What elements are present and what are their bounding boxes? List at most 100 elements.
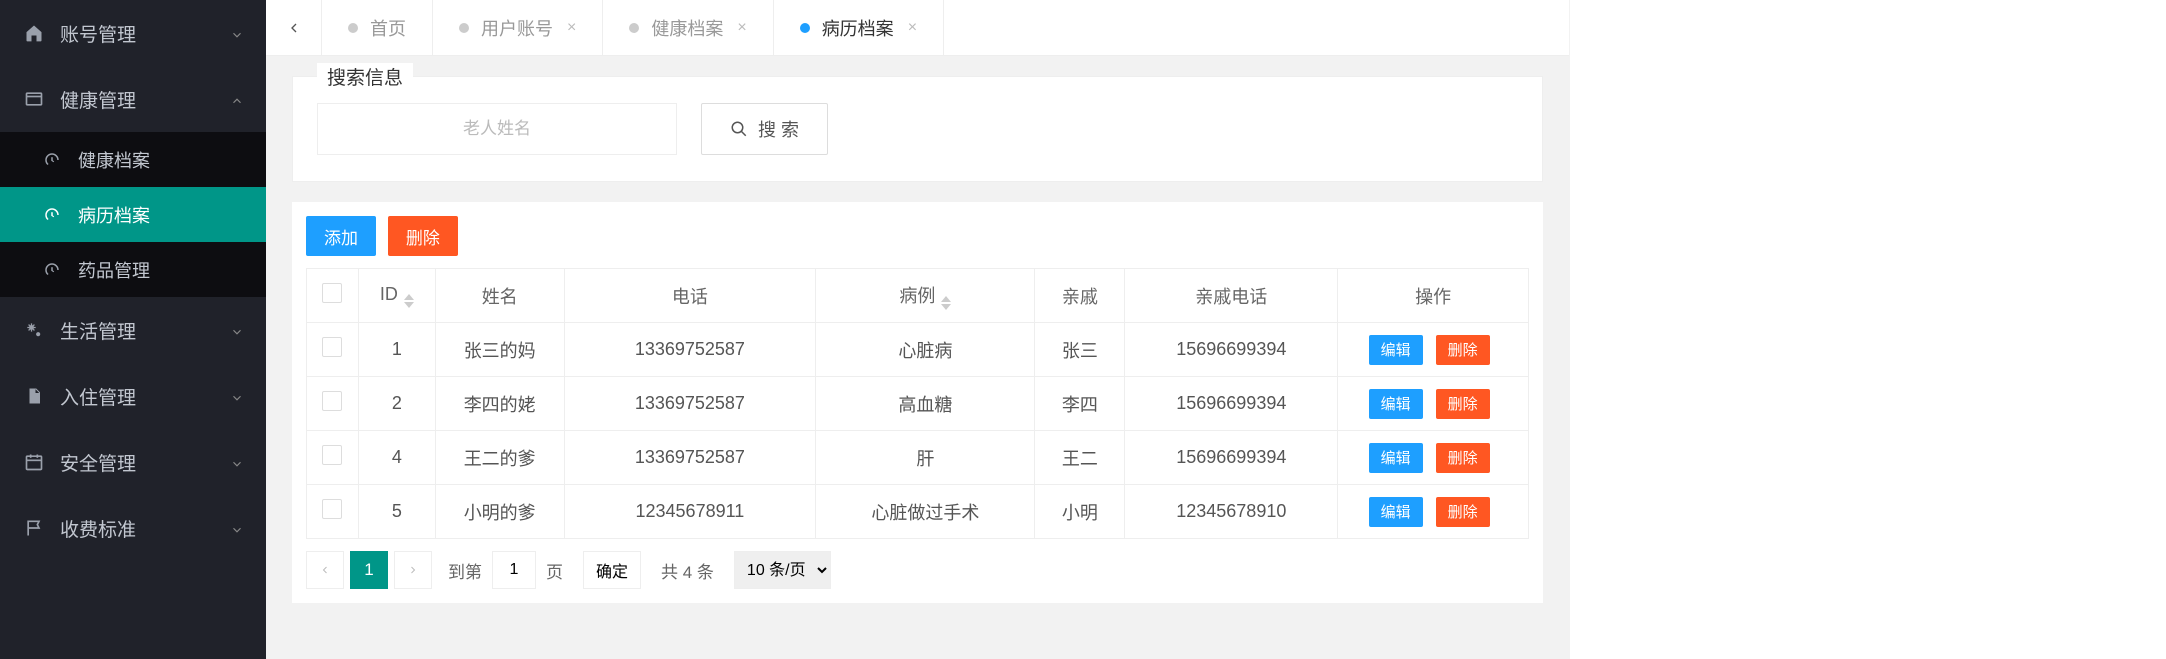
sidebar-label: 账号管理 (60, 20, 136, 47)
col-id: ID (380, 284, 398, 304)
table-row: 2李四的姥13369752587高血糖李四15696699394编辑 删除 (307, 377, 1529, 431)
sidebar-label: 入住管理 (60, 383, 136, 410)
close-icon[interactable]: × (567, 19, 576, 37)
tab-dot (800, 23, 810, 33)
gauge-icon (40, 151, 64, 169)
cell-relative-phone: 15696699394 (1125, 323, 1338, 377)
cell-case: 肝 (816, 431, 1035, 485)
cell-name: 王二的爹 (435, 431, 564, 485)
add-button[interactable]: 添加 (306, 216, 376, 256)
pager-goto-label: 到第 (448, 558, 482, 583)
calendar-icon (22, 452, 46, 472)
gauge-icon (40, 261, 64, 279)
tab-medical-records[interactable]: 病历档案 × (774, 0, 944, 55)
pager-per-page[interactable]: 10 条/页 (734, 551, 831, 589)
chevron-down-icon (230, 455, 244, 469)
sidebar-item-health[interactable]: 健康管理 (0, 66, 266, 132)
sidebar-item-checkin[interactable]: 入住管理 (0, 363, 266, 429)
cell-case: 心脏做过手术 (816, 485, 1035, 539)
cell-ops: 编辑 删除 (1338, 377, 1529, 431)
tab-home[interactable]: 首页 (322, 0, 433, 55)
pager-goto-input[interactable] (492, 551, 536, 589)
tab-user-account[interactable]: 用户账号 × (433, 0, 603, 55)
main-content: 首页 用户账号 × 健康档案 × 病历档案 × 搜索信息 搜 索 (266, 0, 1569, 659)
sidebar-label: 安全管理 (60, 449, 136, 476)
table-row: 1张三的妈13369752587心脏病张三15696699394编辑 删除 (307, 323, 1529, 377)
tab-dot (348, 23, 358, 33)
tab-dot (459, 23, 469, 33)
row-delete-button[interactable]: 删除 (1436, 335, 1490, 365)
delete-button[interactable]: 删除 (388, 216, 458, 256)
pagination: 1 到第 页 确定 共 4 条 10 条/页 (306, 551, 1529, 589)
records-table: ID 姓名 电话 病例 亲戚 亲戚电话 操作 1张三的妈13369752587心… (306, 268, 1529, 539)
cell-relative: 小明 (1035, 485, 1125, 539)
search-input-elder-name[interactable] (317, 103, 677, 155)
cell-phone: 12345678911 (564, 485, 816, 539)
sort-icon[interactable] (941, 296, 951, 310)
sidebar-label: 收费标准 (60, 515, 136, 542)
col-phone: 电话 (564, 269, 816, 323)
pager-page-1[interactable]: 1 (350, 551, 388, 589)
checkbox-all[interactable] (322, 283, 342, 303)
cell-phone: 13369752587 (564, 431, 816, 485)
sort-icon[interactable] (404, 294, 414, 308)
pager-confirm[interactable]: 确定 (583, 551, 641, 589)
sidebar-sub-label: 病历档案 (78, 202, 150, 228)
tab-label: 首页 (370, 15, 406, 41)
table-row: 4王二的爹13369752587肝王二15696699394编辑 删除 (307, 431, 1529, 485)
close-icon[interactable]: × (908, 19, 917, 37)
sidebar-sub-label: 药品管理 (78, 257, 150, 283)
close-icon[interactable]: × (737, 19, 746, 37)
pager-total: 共 4 条 (661, 558, 714, 583)
row-delete-button[interactable]: 删除 (1436, 497, 1490, 527)
pager-prev[interactable] (306, 551, 344, 589)
cell-id: 1 (358, 323, 435, 377)
search-legend: 搜索信息 (317, 63, 413, 90)
sidebar-sub-health-records[interactable]: 健康档案 (0, 132, 266, 187)
row-checkbox[interactable] (322, 445, 342, 465)
sidebar-sub-label: 健康档案 (78, 147, 150, 173)
sidebar-sub-medical-records[interactable]: 病历档案 (0, 187, 266, 242)
row-delete-button[interactable]: 删除 (1436, 443, 1490, 473)
sidebar-item-account[interactable]: 账号管理 (0, 0, 266, 66)
row-edit-button[interactable]: 编辑 (1369, 497, 1423, 527)
cell-ops: 编辑 删除 (1338, 485, 1529, 539)
sidebar-item-life[interactable]: 生活管理 (0, 297, 266, 363)
row-checkbox[interactable] (322, 337, 342, 357)
cell-id: 5 (358, 485, 435, 539)
tab-health-records[interactable]: 健康档案 × (603, 0, 773, 55)
tab-dot (629, 23, 639, 33)
cell-id: 2 (358, 377, 435, 431)
sidebar-label: 生活管理 (60, 317, 136, 344)
col-relative-phone: 亲戚电话 (1125, 269, 1338, 323)
sidebar: 账号管理 健康管理 健康档案 病历档案 药品管理 (0, 0, 266, 659)
table-row: 5小明的爹12345678911心脏做过手术小明12345678910编辑 删除 (307, 485, 1529, 539)
sidebar-item-fees[interactable]: 收费标准 (0, 495, 266, 561)
row-edit-button[interactable]: 编辑 (1369, 389, 1423, 419)
cell-ops: 编辑 删除 (1338, 431, 1529, 485)
col-name: 姓名 (435, 269, 564, 323)
cell-name: 李四的姥 (435, 377, 564, 431)
gauge-icon (40, 206, 64, 224)
search-button[interactable]: 搜 索 (701, 103, 828, 155)
window-icon (22, 89, 46, 109)
pager-next[interactable] (394, 551, 432, 589)
cell-phone: 13369752587 (564, 323, 816, 377)
search-icon (730, 120, 748, 138)
sidebar-sub-medicine[interactable]: 药品管理 (0, 242, 266, 297)
sidebar-item-security[interactable]: 安全管理 (0, 429, 266, 495)
cell-name: 小明的爹 (435, 485, 564, 539)
cell-relative: 李四 (1035, 377, 1125, 431)
flag-icon (22, 518, 46, 538)
chevron-down-icon (230, 323, 244, 337)
row-checkbox[interactable] (322, 391, 342, 411)
cell-relative-phone: 12345678910 (1125, 485, 1338, 539)
search-fieldset: 搜索信息 搜 索 (292, 76, 1543, 182)
row-delete-button[interactable]: 删除 (1436, 389, 1490, 419)
row-checkbox[interactable] (322, 499, 342, 519)
chevron-down-icon (230, 26, 244, 40)
sidebar-label: 健康管理 (60, 86, 136, 113)
row-edit-button[interactable]: 编辑 (1369, 335, 1423, 365)
row-edit-button[interactable]: 编辑 (1369, 443, 1423, 473)
tabs-back-button[interactable] (266, 0, 322, 55)
